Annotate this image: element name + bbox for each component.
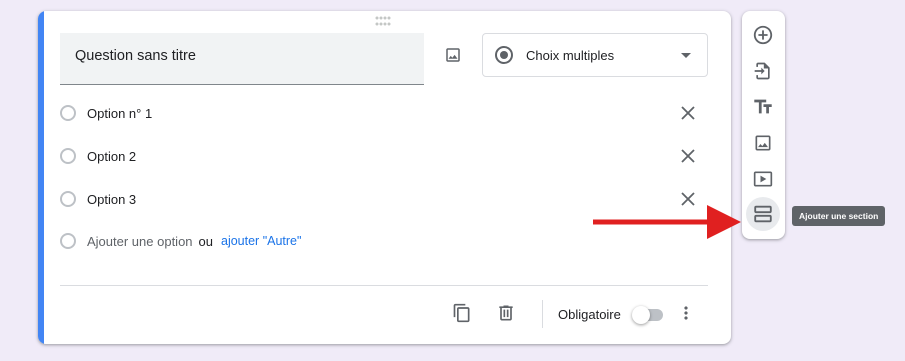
option-row[interactable]: Option 2 <box>60 144 700 168</box>
or-text: ou <box>198 233 213 249</box>
remove-option-button[interactable] <box>676 144 700 168</box>
add-title-button[interactable] <box>751 95 775 119</box>
add-image-icon <box>755 135 771 151</box>
close-icon <box>681 106 695 120</box>
question-type-label: Choix multiples <box>526 47 615 63</box>
dropdown-arrow-icon <box>681 52 691 58</box>
question-type-select[interactable]: Choix multiples <box>482 33 708 77</box>
import-questions-button[interactable] <box>751 59 775 83</box>
card-accent-bar <box>38 11 44 344</box>
add-video-button[interactable] <box>751 167 775 191</box>
add-circle-icon <box>753 25 773 45</box>
drag-handle-icon[interactable] <box>375 16 391 26</box>
option-radio <box>60 233 76 249</box>
option-radio <box>60 148 76 164</box>
footer-separator <box>542 300 543 328</box>
annotation-arrow-icon <box>593 205 741 239</box>
tooltip-text: Ajouter une section <box>799 211 879 221</box>
more-options-button[interactable] <box>674 301 698 325</box>
add-question-button[interactable] <box>751 23 775 47</box>
add-other-link[interactable]: ajouter "Autre" <box>221 234 301 248</box>
option-label[interactable]: Option 2 <box>87 149 676 164</box>
image-icon <box>446 48 460 62</box>
option-label[interactable]: Option 3 <box>87 192 676 207</box>
add-image-toolbar-button[interactable] <box>751 131 775 155</box>
add-video-icon <box>753 171 773 187</box>
add-option-input[interactable]: Ajouter une option <box>87 234 193 249</box>
radio-button-icon <box>495 46 513 64</box>
add-image-button[interactable] <box>441 43 465 67</box>
question-card[interactable]: Question sans titre Choix multiples Opti… <box>38 11 731 344</box>
footer-divider <box>60 285 708 286</box>
required-toggle[interactable] <box>632 305 666 325</box>
import-questions-icon <box>754 62 770 80</box>
copy-icon <box>453 303 470 323</box>
option-radio <box>60 191 76 207</box>
add-section-icon <box>754 205 772 223</box>
trash-icon <box>499 305 513 321</box>
toggle-knob <box>632 306 650 324</box>
option-label[interactable]: Option n° 1 <box>87 106 676 121</box>
duplicate-button[interactable] <box>450 301 474 325</box>
add-title-icon <box>754 99 772 114</box>
required-label: Obligatoire <box>558 307 621 322</box>
side-toolbar <box>742 11 785 239</box>
more-vert-icon <box>684 306 688 320</box>
delete-button[interactable] <box>494 301 518 325</box>
tooltip: Ajouter une section <box>792 206 886 226</box>
add-section-button[interactable] <box>746 197 780 231</box>
question-title-input[interactable]: Question sans titre <box>60 33 424 85</box>
option-row[interactable]: Option n° 1 <box>60 101 700 125</box>
remove-option-button[interactable] <box>676 101 700 125</box>
close-icon <box>681 149 695 163</box>
option-radio <box>60 105 76 121</box>
